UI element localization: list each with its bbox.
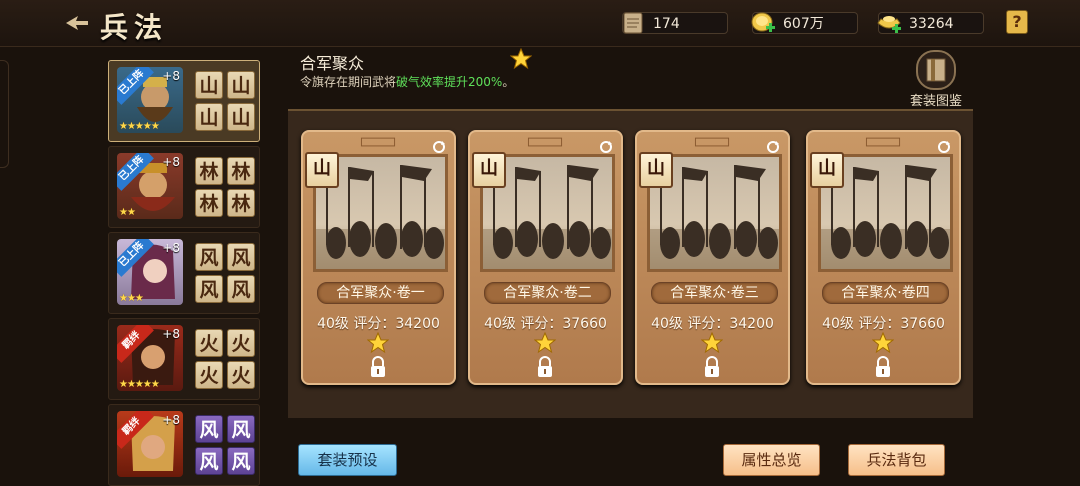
tactic-card-1[interactable]: 山 合军聚众·卷一 40级 评分：34200 xyxy=(301,130,456,385)
set-description-highlight: 破气效率提升200% xyxy=(396,75,503,89)
hero-slot-5[interactable]: 羁绊 +8 风 风 风 风 xyxy=(108,404,260,486)
card-name: 合军聚众·卷四 xyxy=(822,282,949,304)
hero-stars: ★★★★★ xyxy=(119,121,160,132)
tactic-tile: 火 xyxy=(195,329,223,357)
gold-counter[interactable]: 607万 xyxy=(751,12,858,34)
hero-slot-2[interactable]: 已上阵 +8 ★★ 林 林 林 林 xyxy=(108,146,260,228)
swap-icon[interactable] xyxy=(599,140,613,154)
swap-icon[interactable] xyxy=(937,140,951,154)
tactic-type-badge: 山 xyxy=(305,152,339,188)
card-name: 合军聚众·卷二 xyxy=(484,282,611,304)
tactic-tiles: 林 林 林 林 xyxy=(195,157,255,217)
tactic-tile: 风 xyxy=(227,275,255,303)
tactic-card-4[interactable]: 山 合军聚众·卷四 40级 评分：37660 xyxy=(806,130,961,385)
star-icon xyxy=(510,48,532,70)
tactic-tile: 山 xyxy=(195,71,223,99)
card-stats: 40级 评分：34200 xyxy=(317,316,440,332)
tactic-tiles: 风 风 风 风 xyxy=(195,415,255,475)
scroll-counter[interactable]: 174 xyxy=(622,12,728,34)
tactic-tiles: 山 山 山 山 xyxy=(195,71,255,131)
hero-slot-1[interactable]: 已上阵 +8 ★★★★★ 山 山 山 山 xyxy=(108,60,260,142)
tactic-tiles: 火 火 火 火 xyxy=(195,329,255,389)
card-stats: 40级 评分：34200 xyxy=(651,316,774,332)
hero-stars: ★★ xyxy=(119,207,136,218)
tactic-tile: 风 xyxy=(227,243,255,271)
star-icon xyxy=(701,332,723,354)
gold-count: 607万 xyxy=(783,16,824,32)
star-icon xyxy=(367,332,389,354)
tactic-tile: 山 xyxy=(227,71,255,99)
hero-slot-4[interactable]: 羁绊 +8 ★★★★★ 火 火 火 火 xyxy=(108,318,260,400)
attribute-overview-button[interactable]: 属性总览 xyxy=(723,444,820,476)
tactic-tile: 山 xyxy=(227,103,255,131)
hero-stars: ★★★ xyxy=(119,293,144,304)
lock-icon[interactable] xyxy=(874,356,892,378)
lock-icon[interactable] xyxy=(536,356,554,378)
set-description-text: 令旗存在期间武将 xyxy=(300,75,397,89)
hero-stars: ★★★★★ xyxy=(119,379,160,390)
tactic-tile: 风 xyxy=(227,415,255,443)
tactic-card-2[interactable]: 山 合军聚众·卷二 40级 评分：37660 xyxy=(468,130,623,385)
tactic-tile: 风 xyxy=(227,447,255,475)
card-stats: 40级 评分：37660 xyxy=(822,316,945,332)
gallery-label: 套装图鉴 xyxy=(909,94,962,109)
ingot-counter[interactable]: 33264 xyxy=(877,12,984,34)
gallery-icon xyxy=(916,50,956,90)
tactic-tile: 林 xyxy=(227,189,255,217)
avatar: 已上阵 +8 ★★★★★ xyxy=(117,67,183,133)
avatar: 羁绊 +8 xyxy=(117,411,183,477)
ingot-count: 33264 xyxy=(909,16,954,32)
tactic-tile: 林 xyxy=(195,189,223,217)
hero-level: +8 xyxy=(162,413,180,427)
lock-icon[interactable] xyxy=(703,356,721,378)
hero-slot-3[interactable]: 已上阵 +8 ★★★ 风 风 风 风 xyxy=(108,232,260,314)
set-gallery-button[interactable]: 套装图鉴 xyxy=(906,50,966,109)
gold-ingot-icon xyxy=(877,16,901,33)
star-icon xyxy=(872,332,894,354)
top-bar: 兵法 174 607万 33264 ? xyxy=(0,0,1080,47)
tactic-tile: 风 xyxy=(195,415,223,443)
help-button[interactable]: ? xyxy=(1006,10,1028,34)
tactic-tile: 风 xyxy=(195,447,223,475)
hero-level: +8 xyxy=(162,327,180,341)
hero-level: +8 xyxy=(162,69,180,83)
hero-level: +8 xyxy=(162,155,180,169)
set-preset-button[interactable]: 套装预设 xyxy=(298,444,397,476)
tactics-bag-button[interactable]: 兵法背包 xyxy=(848,444,945,476)
set-description-end: 。 xyxy=(502,75,515,89)
swap-icon[interactable] xyxy=(432,140,446,154)
tactic-type-badge: 山 xyxy=(639,152,673,188)
gold-coin-icon xyxy=(751,12,775,32)
avatar: 羁绊 +8 ★★★★★ xyxy=(117,325,183,391)
card-stats: 40级 评分：37660 xyxy=(484,316,607,332)
page-title: 兵法 xyxy=(100,11,169,44)
tactic-tile: 火 xyxy=(227,361,255,389)
set-description: 令旗存在期间武将破气效率提升200%。 xyxy=(300,73,514,90)
tactic-tile: 火 xyxy=(195,361,223,389)
card-name: 合军聚众·卷一 xyxy=(317,282,444,304)
tactic-tile: 林 xyxy=(195,157,223,185)
tactic-card-3[interactable]: 山 合军聚众·卷三 40级 评分：34200 xyxy=(635,130,790,385)
star-icon xyxy=(534,332,556,354)
lock-icon[interactable] xyxy=(369,356,387,378)
set-name: 合军聚众 xyxy=(300,54,365,73)
avatar: 已上阵 +8 ★★★ xyxy=(117,239,183,305)
scroll-icon xyxy=(623,12,643,34)
card-name: 合军聚众·卷三 xyxy=(651,282,778,304)
tactic-tile: 风 xyxy=(195,275,223,303)
back-arrow-icon[interactable] xyxy=(64,14,90,32)
side-tab-handle[interactable] xyxy=(0,60,9,168)
tactic-tiles: 风 风 风 风 xyxy=(195,243,255,303)
scroll-count: 174 xyxy=(653,16,680,32)
tactic-tile: 火 xyxy=(227,329,255,357)
avatar: 已上阵 +8 ★★ xyxy=(117,153,183,219)
swap-icon[interactable] xyxy=(766,140,780,154)
hero-level: +8 xyxy=(162,241,180,255)
tactic-type-badge: 山 xyxy=(810,152,844,188)
tactic-tile: 林 xyxy=(227,157,255,185)
tactic-type-badge: 山 xyxy=(472,152,506,188)
tactic-tile: 风 xyxy=(195,243,223,271)
tactic-tile: 山 xyxy=(195,103,223,131)
